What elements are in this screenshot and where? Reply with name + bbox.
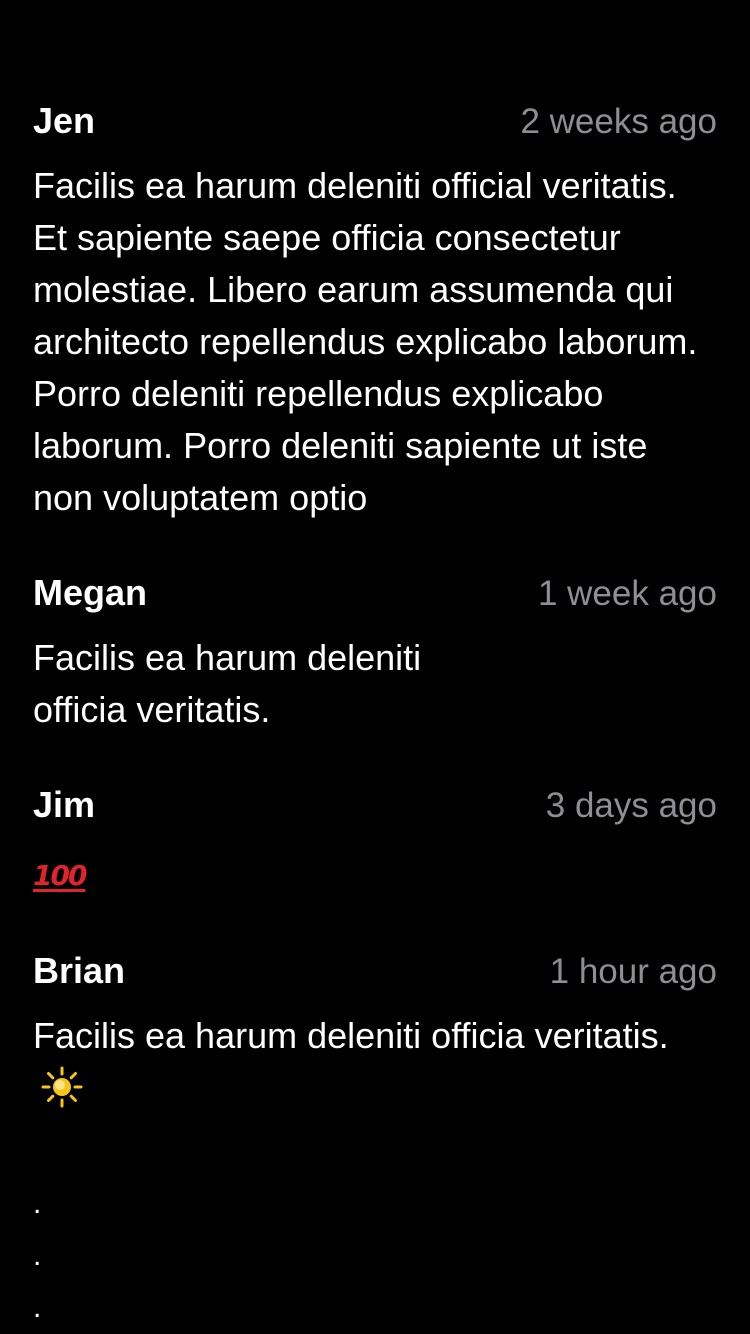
comment-header: Brian 1 hour ago xyxy=(33,946,717,996)
comment-author[interactable]: Jen xyxy=(33,96,95,146)
comment-timestamp: 1 week ago xyxy=(537,574,717,613)
comment-timestamp: 3 days ago xyxy=(545,786,717,825)
hundred-points-icon: 100 xyxy=(33,859,87,892)
comment-item: Megan 1 week ago Facilis ea harum deleni… xyxy=(33,568,717,736)
comment-author[interactable]: Brian xyxy=(33,946,125,996)
comment-timestamp: 1 hour ago xyxy=(549,952,717,991)
comment-author[interactable]: Jim xyxy=(33,780,95,830)
comment-feed: Jen 2 weeks ago Facilis ea harum delenit… xyxy=(33,96,717,1158)
comment-timestamp: 2 weeks ago xyxy=(520,102,717,141)
comment-item: Jen 2 weeks ago Facilis ea harum delenit… xyxy=(33,96,717,524)
comment-text-content: Facilis ea harum deleniti officia verita… xyxy=(33,1015,669,1056)
comment-header: Jim 3 days ago xyxy=(33,780,717,830)
comment-text: Facilis ea harum deleniti officia verita… xyxy=(33,637,422,730)
comment-text: 100 xyxy=(33,844,717,902)
comment-text: Facilis ea harum deleniti official verit… xyxy=(33,165,698,518)
more-content-indicator: . . . xyxy=(33,1178,41,1334)
comment-item: Brian 1 hour ago Facilis ea harum deleni… xyxy=(33,946,717,1114)
comment-header: Jen 2 weeks ago xyxy=(33,96,717,146)
sun-icon xyxy=(41,1066,83,1108)
comment-author[interactable]: Megan xyxy=(33,568,147,618)
comment-text: Facilis ea harum deleniti officia verita… xyxy=(33,1010,717,1114)
continuation-dot: . xyxy=(33,1291,42,1324)
continuation-dot: . xyxy=(33,1187,42,1220)
continuation-dot: . xyxy=(33,1239,42,1272)
comment-item: Jim 3 days ago 100 xyxy=(33,780,717,902)
comment-header: Megan 1 week ago xyxy=(33,568,717,618)
